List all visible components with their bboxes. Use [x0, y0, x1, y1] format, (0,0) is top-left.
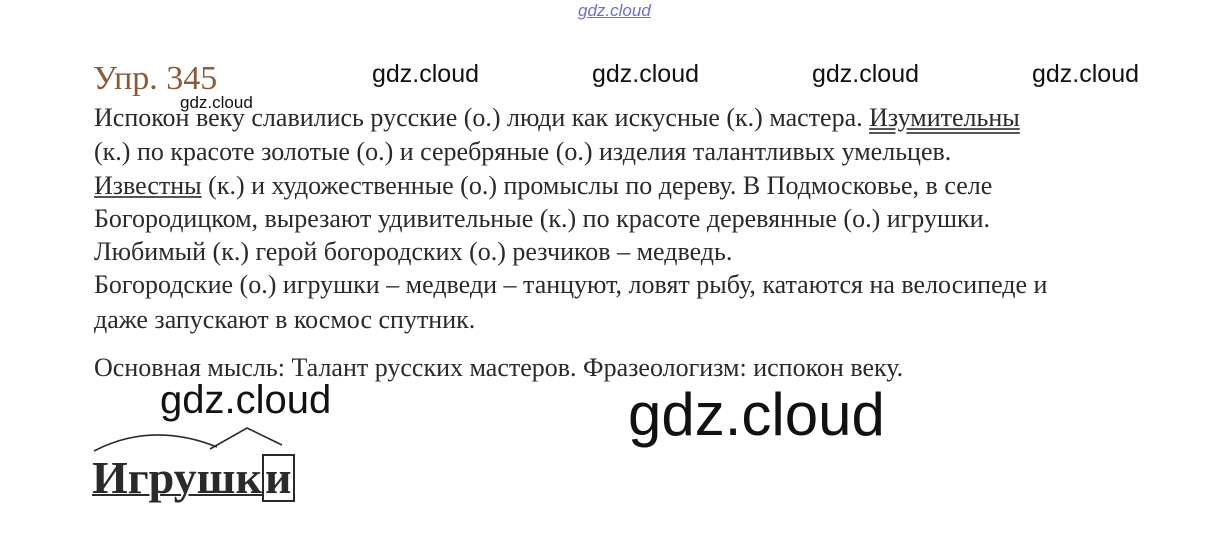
text-line-4: Богородицком, вырезают удивительные (к.)…: [94, 204, 990, 234]
predicate-izvestny: Известны: [94, 171, 202, 200]
text-line-2-text: (к.) по красоте золотые (о.) и серебряны…: [94, 137, 952, 166]
analyzed-word: Игрушки: [92, 450, 295, 506]
word-stem: Игрушк: [92, 452, 262, 503]
watermark-row-1: gdz.cloud: [372, 60, 480, 88]
text-line-3: Известны (к.) и художественные (о.) пром…: [94, 171, 992, 201]
word-ending: и: [261, 454, 295, 502]
watermark-row-3: gdz.cloud: [812, 60, 920, 88]
text-line-2: (к.) по красоте золотые (о.) и серебряны…: [94, 137, 951, 167]
watermark-row-2: gdz.cloud: [592, 60, 700, 88]
text-line-6-text: Богородские (о.) игрушки – медведи – тан…: [94, 270, 1048, 299]
exercise-title: Упр. 345: [93, 60, 218, 97]
text-line-3-post: (к.) и художественные (о.) промыслы по д…: [201, 171, 993, 200]
text-line-7: даже запускают в космос спутник.: [94, 305, 475, 335]
text-line-1-pre: Испокон веку славились русские (о.) люди…: [94, 103, 870, 132]
text-line-6: Богородские (о.) игрушки – медведи – тан…: [94, 270, 1047, 300]
watermark-row-4: gdz.cloud: [1032, 60, 1140, 88]
watermark-big: gdz.cloud: [628, 381, 885, 448]
text-line-4-text: Богородицком, вырезают удивительные (к.)…: [94, 204, 991, 233]
watermark-top: gdz.cloud: [578, 1, 651, 20]
watermark-mid: gdz.cloud: [160, 378, 332, 422]
predicate-izumitelny: Изумительны: [869, 103, 1020, 132]
morpheme-analysis: Игрушки: [92, 425, 322, 515]
text-line-7-text: даже запускают в космос спутник.: [94, 305, 476, 334]
text-line-1: Испокон веку славились русские (о.) люди…: [94, 103, 1020, 133]
text-line-5-text: Любимый (к.) герой богородских (о.) резч…: [94, 237, 733, 266]
text-line-5: Любимый (к.) герой богородских (о.) резч…: [94, 237, 732, 267]
